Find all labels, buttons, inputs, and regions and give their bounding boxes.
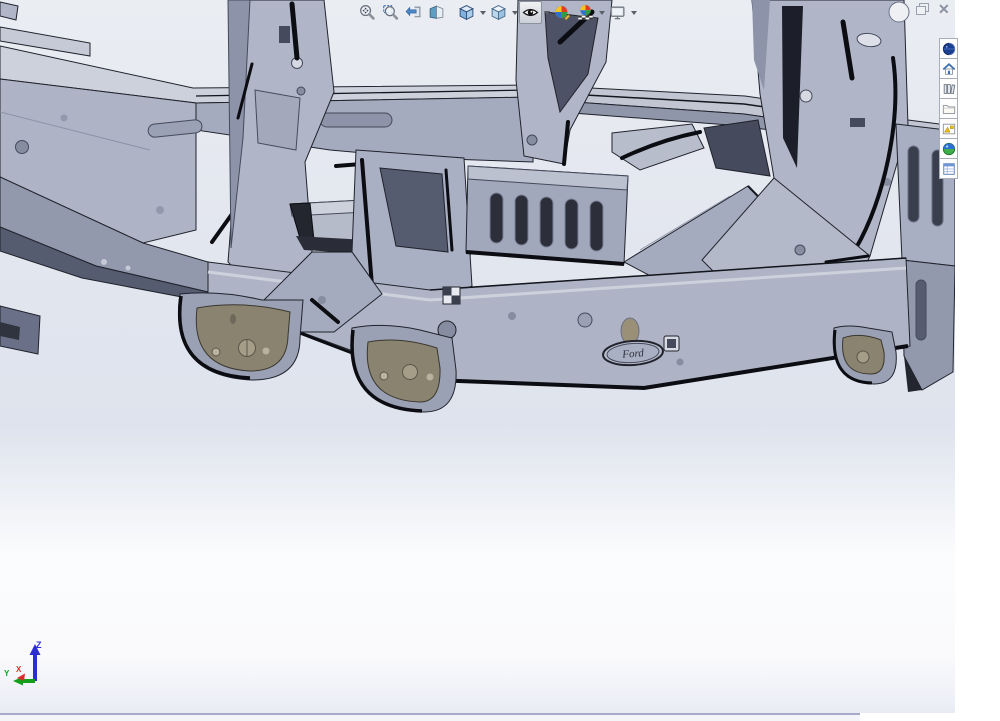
zoom-to-area-icon[interactable] xyxy=(379,1,402,24)
hide-show-items-icon[interactable] xyxy=(519,1,542,24)
solidworks-window: Ford xyxy=(0,0,1000,721)
design-library-icon[interactable] xyxy=(939,78,958,99)
ford-logo-text: Ford xyxy=(621,347,645,361)
hide-show-items-dropdown[interactable] xyxy=(542,1,551,24)
task-pane-panel xyxy=(955,0,1000,721)
appearances-scenes-icon[interactable] xyxy=(939,138,958,159)
view-palette-icon[interactable] xyxy=(939,118,958,139)
status-bar xyxy=(0,713,1000,721)
body-mount-bracket-left[interactable] xyxy=(179,293,304,380)
x-axis-label: X xyxy=(16,665,22,674)
graphics-area[interactable]: Ford xyxy=(0,0,955,713)
restore-window-icon[interactable] xyxy=(916,3,929,15)
close-window-icon[interactable]: ✕ xyxy=(938,2,950,16)
apply-scene-dropdown[interactable] xyxy=(597,1,606,24)
task-pane-tabs xyxy=(939,38,958,179)
view-orientation-icon[interactable] xyxy=(455,1,478,24)
document-window-controls: ✕ xyxy=(916,2,950,16)
edit-appearance-icon[interactable] xyxy=(551,1,574,24)
display-style-icon[interactable] xyxy=(487,1,510,24)
apply-scene-icon[interactable] xyxy=(574,1,597,24)
body-mount-bracket-mid[interactable] xyxy=(351,325,456,412)
display-style-dropdown[interactable] xyxy=(510,1,519,24)
body-mount-bracket-right[interactable] xyxy=(833,326,896,384)
previous-view-icon[interactable] xyxy=(402,1,425,24)
cad-model-truck-frame[interactable]: Ford xyxy=(0,0,955,713)
section-view-icon[interactable] xyxy=(425,1,448,24)
heads-up-view-toolbar xyxy=(356,0,638,25)
file-explorer-folder-icon[interactable] xyxy=(939,98,958,119)
y-axis-label: Y xyxy=(4,669,10,678)
z-axis-label: Z xyxy=(36,640,42,650)
home-icon[interactable] xyxy=(939,58,958,79)
view-orientation-dropdown[interactable] xyxy=(478,1,487,24)
orientation-triad: Z Y X xyxy=(2,636,66,702)
custom-properties-icon[interactable] xyxy=(939,158,958,179)
slotted-crossmember[interactable] xyxy=(466,166,628,264)
status-bar-message-area xyxy=(0,713,860,721)
view-settings-icon[interactable] xyxy=(606,1,629,24)
zoom-to-fit-icon[interactable] xyxy=(356,1,379,24)
resources-globe-icon[interactable] xyxy=(939,38,958,59)
view-settings-dropdown[interactable] xyxy=(629,1,638,24)
